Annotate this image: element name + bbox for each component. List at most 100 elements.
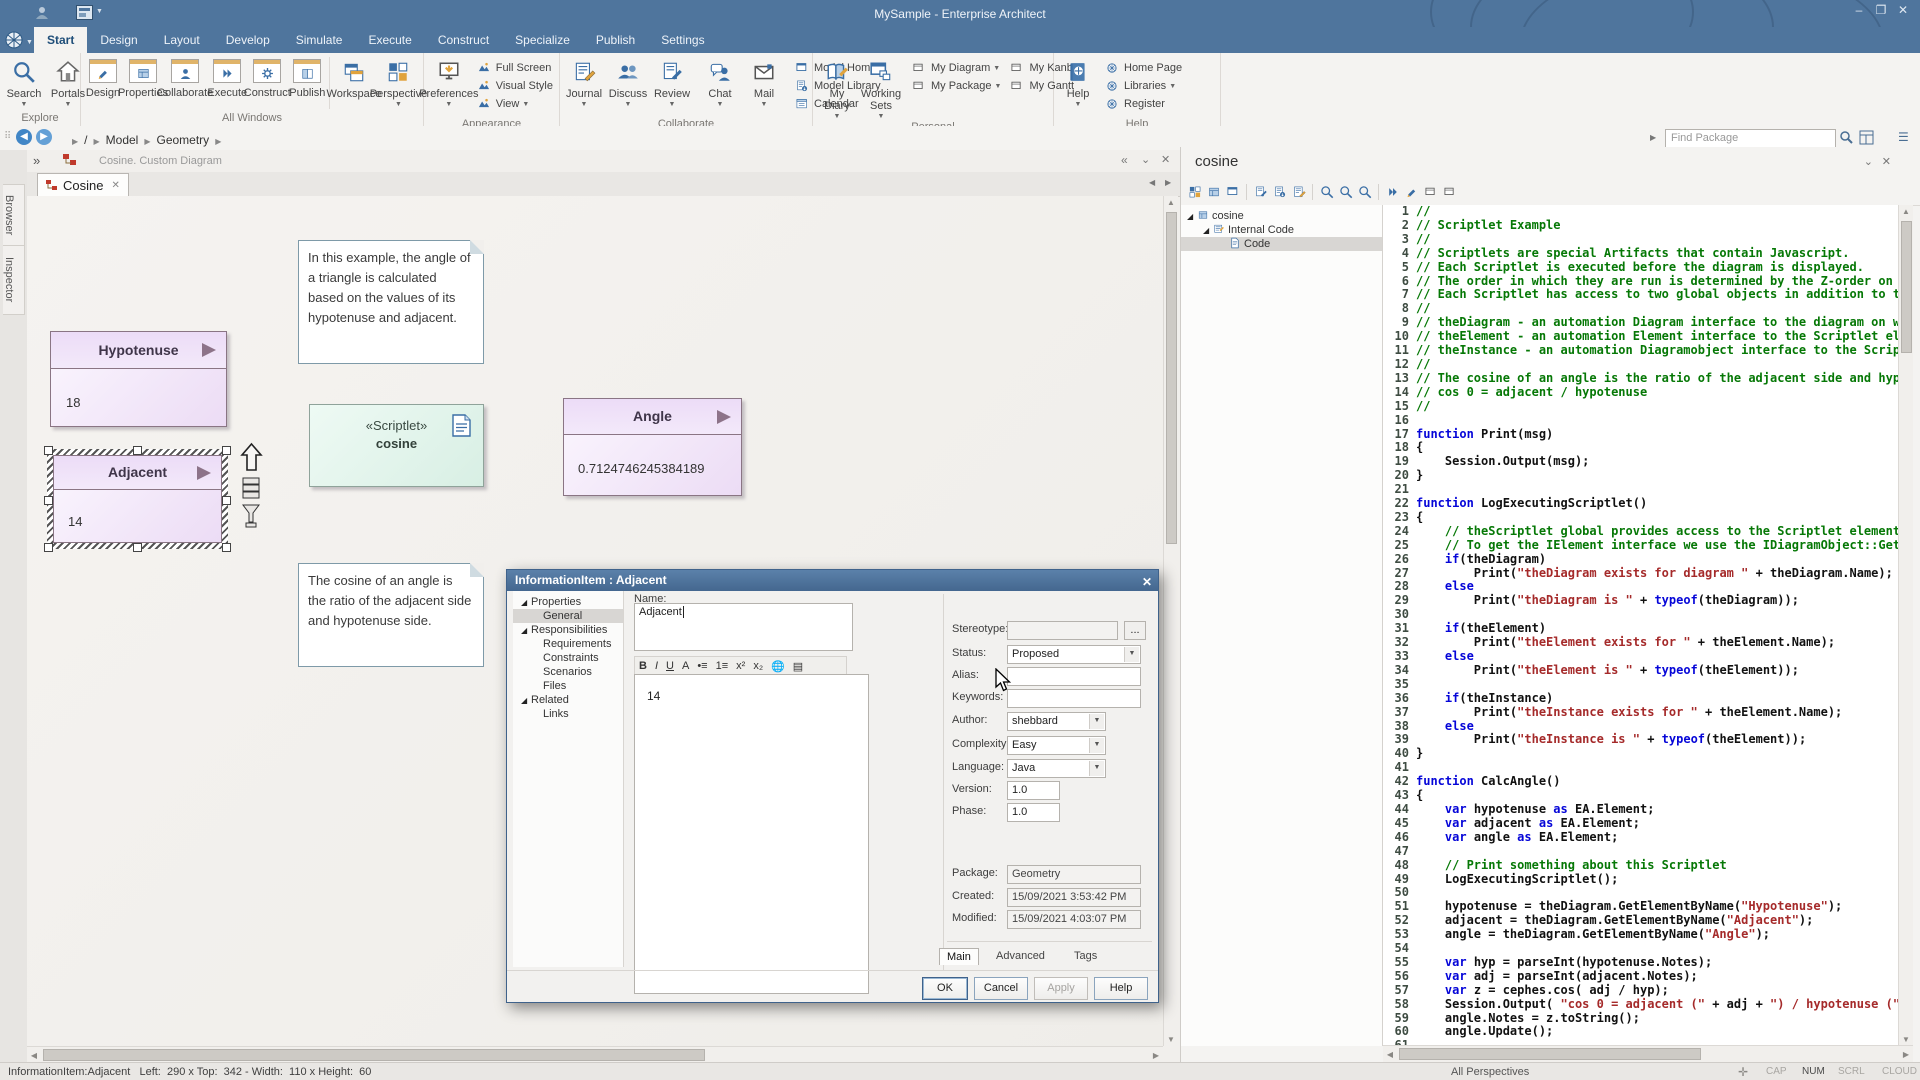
resize-handle[interactable] — [44, 543, 53, 552]
numbered-list-icon[interactable]: 1≡ — [716, 660, 729, 672]
menu-tab-settings[interactable]: Settings — [648, 27, 717, 53]
menu-tab-specialize[interactable]: Specialize — [502, 27, 583, 53]
chevrons-icon[interactable]: » — [33, 153, 40, 168]
search-doc-icon[interactable] — [1337, 184, 1354, 200]
element-scriptlet[interactable]: «Scriptlet» cosine — [309, 404, 484, 487]
chevron-down-icon[interactable]: ▼ — [1089, 738, 1104, 753]
find-package-input[interactable]: Find Package — [1665, 129, 1836, 148]
dialog-tree-item-constraints[interactable]: Constraints — [513, 651, 623, 665]
ribbon-button-workspace[interactable]: Workspace — [332, 55, 376, 111]
dialog-tree-item-general[interactable]: General — [513, 609, 623, 623]
help-button[interactable]: Help — [1094, 977, 1148, 1000]
italic-icon[interactable]: I — [655, 660, 658, 672]
layout-icon[interactable] — [1859, 130, 1874, 145]
breadcrumb-item[interactable]: Geometry — [157, 133, 210, 147]
window-pink-icon[interactable] — [1441, 184, 1458, 200]
element-adjacent-selection[interactable]: Adjacent 14 — [47, 449, 228, 549]
keywords-field[interactable] — [1007, 689, 1141, 708]
ribbon-button-search[interactable]: Search▼ — [2, 55, 46, 111]
ribbon-button-execute[interactable]: Execute — [207, 55, 247, 111]
dialog-tree-item-responsibilities[interactable]: ◢Responsibilities — [513, 623, 623, 637]
subscript-icon[interactable]: x₂ — [753, 660, 763, 672]
minimize-button[interactable]: – — [1850, 3, 1868, 17]
dialog-tab-advanced[interactable]: Advanced — [989, 948, 1052, 964]
ribbon-button-review[interactable]: Review▼ — [650, 55, 694, 117]
ribbon-button-register[interactable]: Register — [1104, 95, 1182, 113]
window-green-icon[interactable] — [1422, 184, 1439, 200]
element-angle[interactable]: Angle 0.7124746245384189 — [563, 398, 742, 496]
name-input[interactable]: Adjacent — [634, 603, 853, 651]
ribbon-button-mail[interactable]: Mail▼ — [742, 55, 786, 117]
ribbon-button-help[interactable]: Help▼ — [1056, 55, 1100, 117]
chevron-down-icon[interactable]: ▼ — [1089, 761, 1104, 776]
inspector-dock-tab[interactable]: Inspector — [3, 245, 25, 315]
resize-handle[interactable] — [222, 543, 231, 552]
script-tree-item-cosine[interactable]: ◢cosine — [1181, 209, 1382, 223]
superscript-icon[interactable]: x² — [736, 660, 745, 672]
tab-scroll-left-icon[interactable]: ◀ — [1149, 178, 1155, 187]
script-tree-item-internal-code[interactable]: ◢Internal Code — [1181, 223, 1382, 237]
element-hypotenuse[interactable]: Hypotenuse 18 — [50, 331, 227, 427]
ribbon-button-perspective[interactable]: Perspective▼ — [376, 55, 421, 111]
hyperlink-icon[interactable]: 🌐 — [771, 660, 785, 673]
ribbon-button-preferences[interactable]: Preferences▼ — [426, 55, 472, 117]
ribbon-button-my-diary[interactable]: My Diary▼ — [815, 55, 859, 120]
run-doc-icon[interactable] — [1252, 184, 1269, 200]
close-button[interactable]: ✕ — [1894, 3, 1912, 17]
menu-tab-start[interactable]: Start — [34, 27, 87, 53]
menu-tab-simulate[interactable]: Simulate — [283, 27, 356, 53]
doc-save-icon[interactable] — [1290, 184, 1307, 200]
ea-logo-icon[interactable]: ▼ — [0, 27, 34, 53]
panel-close-icon[interactable]: ✕ — [1882, 155, 1891, 168]
tab-cosine[interactable]: Cosine ✕ — [37, 173, 129, 196]
canvas-hscrollbar[interactable]: ◀ ▶ — [27, 1046, 1163, 1063]
note-element[interactable]: The cosine of an angle is the ratio of t… — [298, 563, 484, 667]
ribbon-button-publish[interactable]: Publish — [287, 55, 327, 111]
ribbon-button-discuss[interactable]: Discuss▼ — [606, 55, 650, 117]
chevron-down-icon[interactable]: ⌄ — [1141, 153, 1150, 166]
ribbon-button-collaborate[interactable]: Collaborate — [163, 55, 207, 111]
ribbon-button-chat[interactable]: Chat▼ — [698, 55, 742, 117]
chevron-down-icon[interactable]: ▼ — [1089, 714, 1104, 729]
code-editor[interactable]: 1//2// Scriptlet Example3//4// Scriptlet… — [1383, 205, 1899, 1046]
complexity-field[interactable]: Easy▼ — [1007, 736, 1106, 755]
stereotype-field[interactable] — [1007, 621, 1118, 640]
dialog-tree-item-related[interactable]: ◢Related — [513, 693, 623, 707]
menu-tab-publish[interactable]: Publish — [583, 27, 648, 53]
close-diagram-icon[interactable]: ✕ — [1161, 153, 1170, 166]
resize-handle[interactable] — [44, 496, 53, 505]
collapse-icon[interactable]: « — [1121, 153, 1128, 167]
list-icon[interactable] — [1205, 184, 1222, 200]
dialog-close-icon[interactable]: ✕ — [1142, 572, 1152, 593]
menu-tab-develop[interactable]: Develop — [213, 27, 283, 53]
hierarchy-icon[interactable] — [1186, 184, 1203, 200]
menu-tab-layout[interactable]: Layout — [151, 27, 213, 53]
quicklink-funnel-icon[interactable] — [242, 504, 260, 528]
cancel-button[interactable]: Cancel — [974, 977, 1028, 1000]
chevron-down-icon[interactable]: ▼ — [1124, 647, 1139, 662]
ribbon-button-working-sets[interactable]: Working Sets▼ — [859, 55, 903, 120]
ribbon-button-construct[interactable]: Construct — [247, 55, 287, 111]
ribbon-button-design[interactable]: Design — [83, 55, 123, 111]
status-field[interactable]: Proposed▼ — [1007, 645, 1141, 664]
dialog-tab-tags[interactable]: Tags — [1067, 948, 1104, 964]
apply-button[interactable]: Apply — [1034, 977, 1088, 1000]
element-adjacent[interactable]: Adjacent 14 — [53, 455, 222, 543]
ribbon-button-home-page[interactable]: Home Page — [1104, 59, 1182, 77]
close-tab-icon[interactable]: ✕ — [111, 180, 119, 191]
ribbon-button-journal[interactable]: Journal▼ — [562, 55, 606, 117]
language-field[interactable]: Java▼ — [1007, 759, 1106, 778]
resize-handle[interactable] — [222, 446, 231, 455]
alias-field[interactable] — [1007, 667, 1141, 686]
quicklink-list-icon[interactable] — [242, 477, 260, 499]
ribbon-button-visual-style[interactable]: Visual Style — [476, 77, 553, 95]
quicklink-up-arrow-icon[interactable] — [240, 442, 263, 472]
dialog-tree-item-scenarios[interactable]: Scenarios — [513, 665, 623, 679]
dialog-tab-main[interactable]: Main — [939, 948, 979, 965]
note-element[interactable]: In this example, the angle of a triangle… — [298, 240, 484, 364]
ribbon-button-view[interactable]: View▼ — [476, 95, 553, 113]
swap-icon[interactable] — [1384, 184, 1401, 200]
document-icon[interactable]: ▤ — [793, 660, 803, 673]
code-hscrollbar[interactable]: ◀ ▶ — [1383, 1045, 1913, 1062]
ok-button[interactable]: OK — [922, 977, 968, 1000]
